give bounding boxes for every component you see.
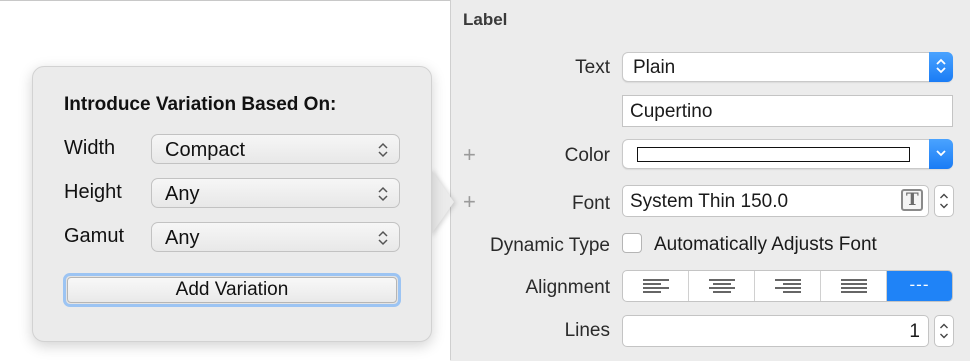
popover-title: Introduce Variation Based On: (64, 94, 337, 115)
align-left-icon (642, 279, 669, 293)
dynamic-type-label: Dynamic Type (489, 235, 610, 256)
stepper-arrows-icon (940, 323, 948, 339)
align-right-icon (774, 279, 801, 293)
align-natural-button[interactable]: --- (887, 271, 952, 301)
gamut-label: Gamut (64, 225, 125, 247)
select-arrows-icon (378, 230, 388, 246)
text-content-field[interactable]: Cupertino (622, 95, 953, 127)
text-content-value: Cupertino (630, 101, 713, 122)
color-popup[interactable] (622, 139, 953, 169)
variation-popover: Introduce Variation Based On: Width Comp… (32, 66, 432, 342)
popover-arrow (430, 168, 454, 236)
alignment-label: Alignment (525, 277, 611, 298)
attributes-inspector: Label Text Plain Cupertino + Color + Fon… (451, 0, 970, 360)
alignment-segmented-control: --- (622, 270, 953, 302)
text-type-popup[interactable]: Plain (622, 52, 953, 82)
align-justified-button[interactable] (821, 271, 887, 301)
lines-label: Lines (564, 320, 610, 341)
width-value: Compact (165, 139, 246, 161)
add-font-variation-plus-icon[interactable]: + (463, 191, 476, 213)
font-value: System Thin 150.0 (630, 191, 789, 212)
lines-field[interactable]: 1 (622, 315, 929, 347)
align-center-button[interactable] (689, 271, 755, 301)
width-label: Width (64, 137, 116, 159)
add-color-variation-plus-icon[interactable]: + (463, 144, 476, 166)
dynamic-type-checkbox[interactable] (622, 233, 642, 253)
gamut-value: Any (165, 227, 200, 249)
lines-stepper[interactable] (934, 315, 954, 347)
height-select[interactable]: Any (151, 178, 400, 208)
add-variation-label: Add Variation (175, 279, 289, 300)
text-label: Text (575, 57, 610, 78)
font-label: Font (571, 193, 610, 214)
font-picker-icon[interactable]: T (901, 189, 923, 211)
color-label: Color (564, 145, 610, 166)
height-value: Any (165, 183, 200, 205)
add-variation-button[interactable]: Add Variation (63, 273, 401, 307)
align-justified-icon (840, 279, 867, 293)
color-swatch (637, 147, 910, 162)
lines-value: 1 (909, 321, 920, 342)
stepper-arrows-icon (940, 193, 948, 209)
align-left-button[interactable] (623, 271, 689, 301)
gamut-select[interactable]: Any (151, 222, 400, 252)
align-center-icon (708, 279, 735, 293)
dynamic-type-checkbox-label: Automatically Adjusts Font (654, 234, 877, 255)
font-field[interactable]: System Thin 150.0 T (622, 185, 929, 217)
text-type-value: Plain (633, 57, 676, 78)
align-natural-label: --- (909, 275, 930, 294)
font-size-stepper[interactable] (934, 185, 954, 217)
popup-arrows-icon (929, 52, 953, 82)
color-popup-arrow-icon (929, 139, 953, 169)
select-arrows-icon (378, 186, 388, 202)
section-title: Label (463, 10, 508, 29)
align-right-button[interactable] (755, 271, 821, 301)
width-select[interactable]: Compact (151, 134, 400, 164)
height-label: Height (64, 181, 122, 203)
select-arrows-icon (378, 142, 388, 158)
